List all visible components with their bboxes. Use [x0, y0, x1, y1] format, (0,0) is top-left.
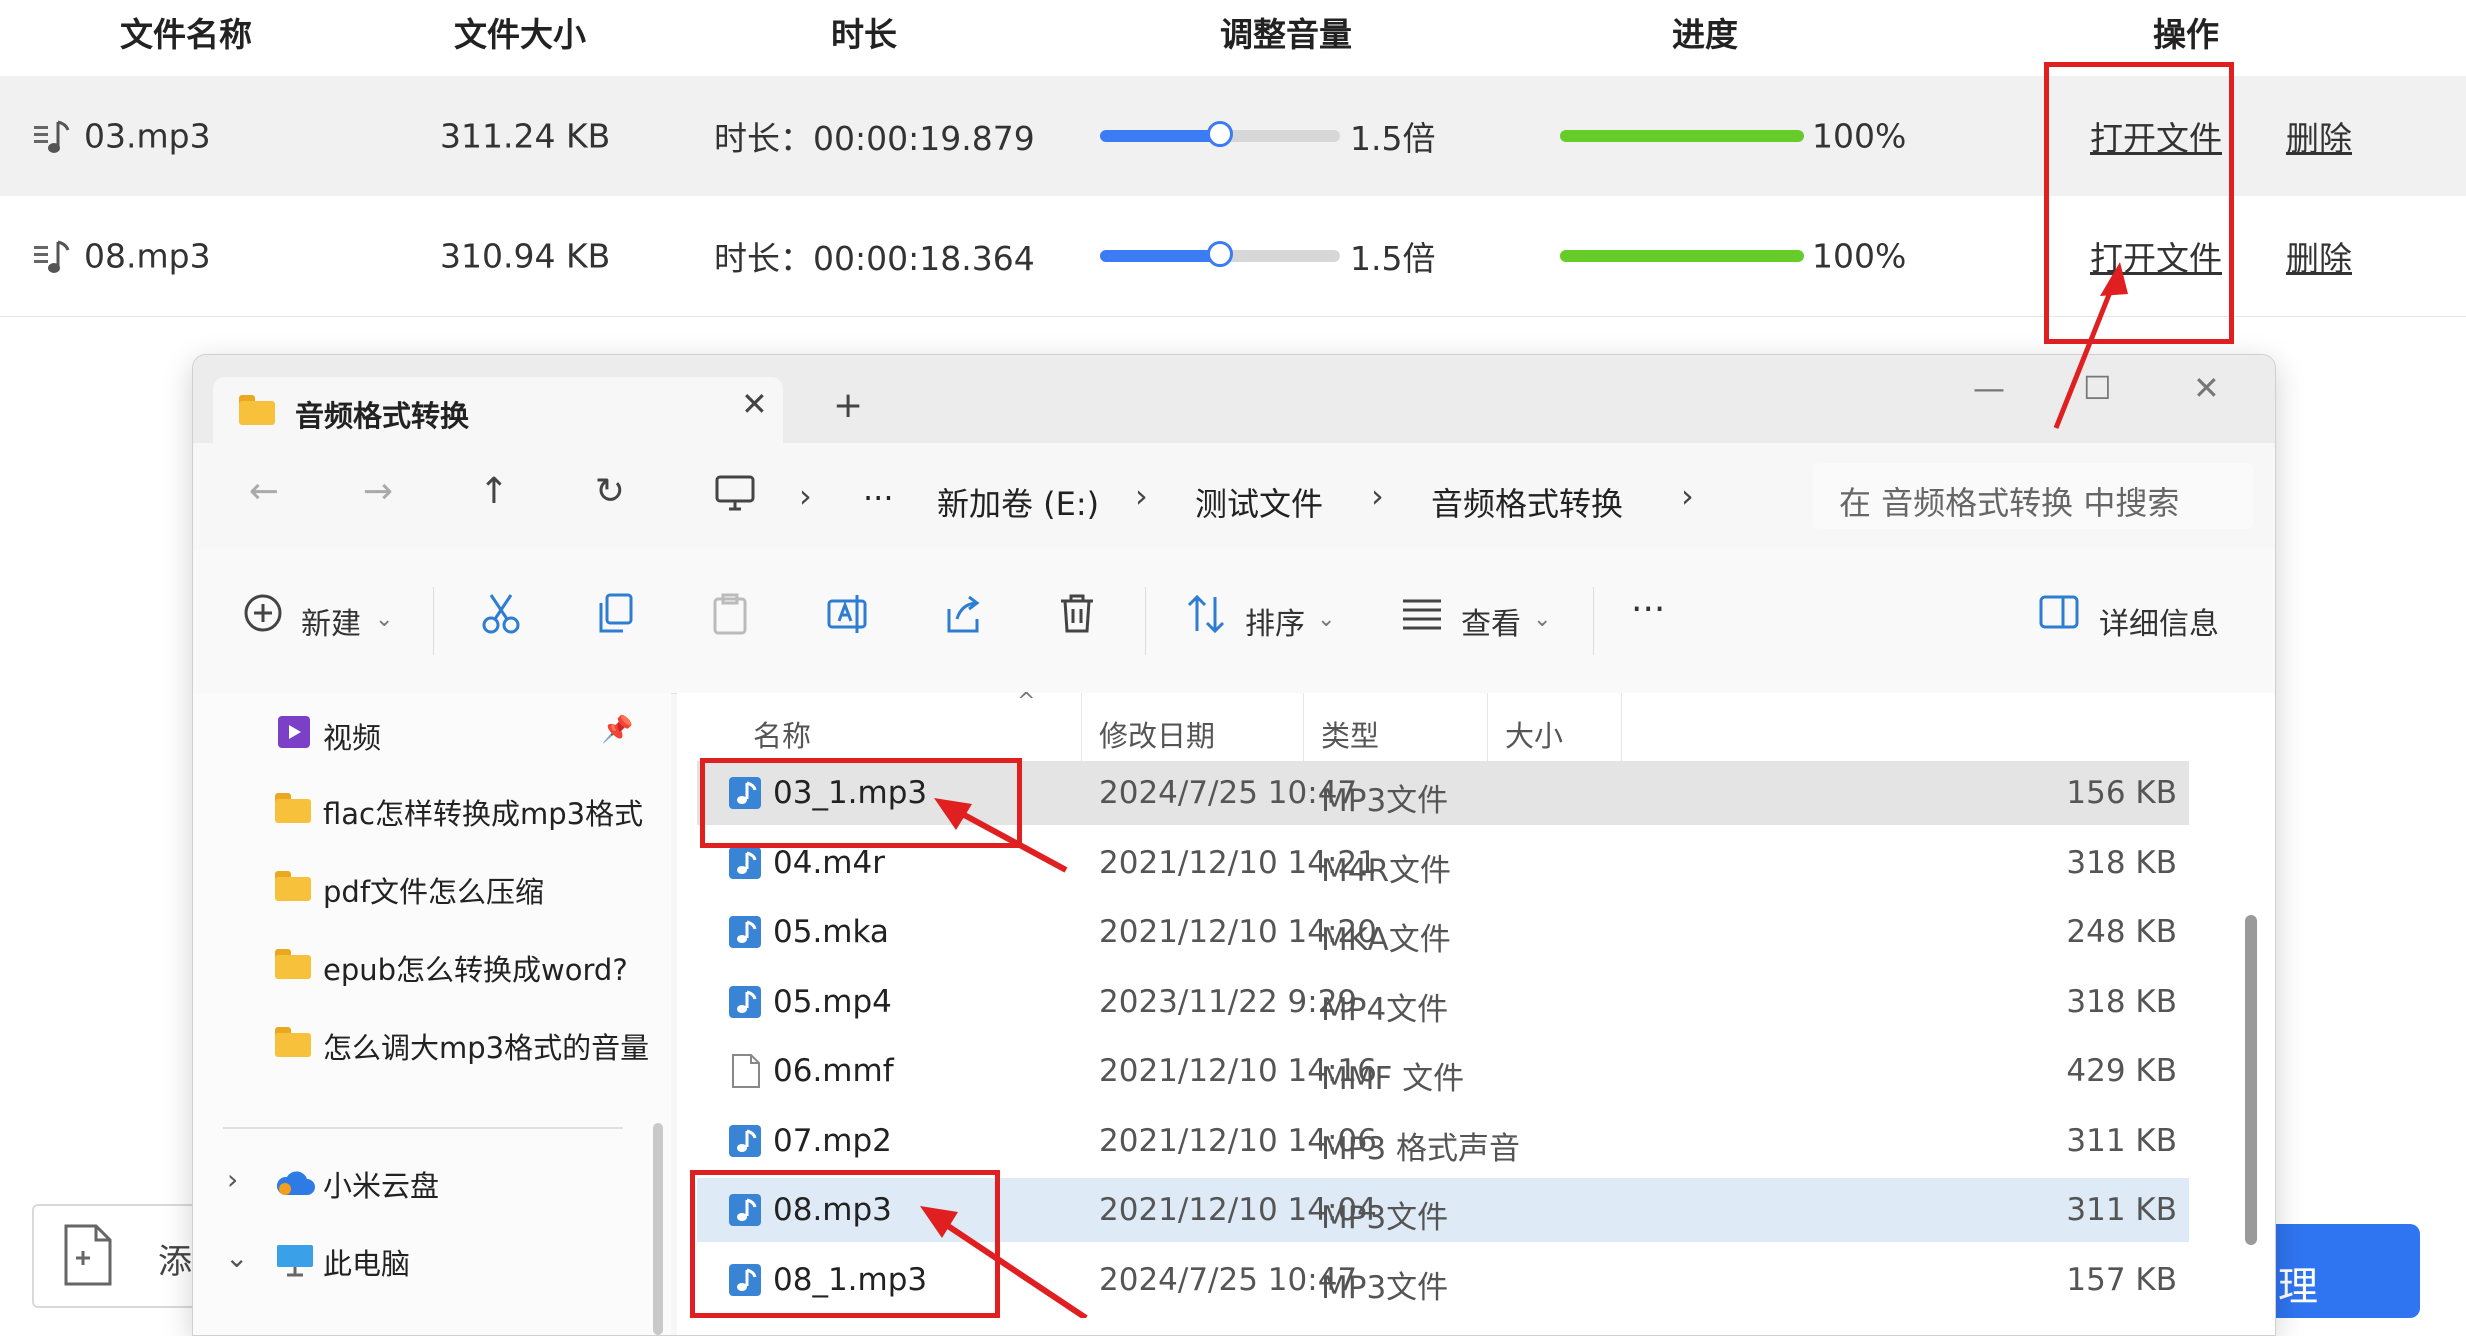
annotation-arrows	[920, 262, 2128, 1318]
